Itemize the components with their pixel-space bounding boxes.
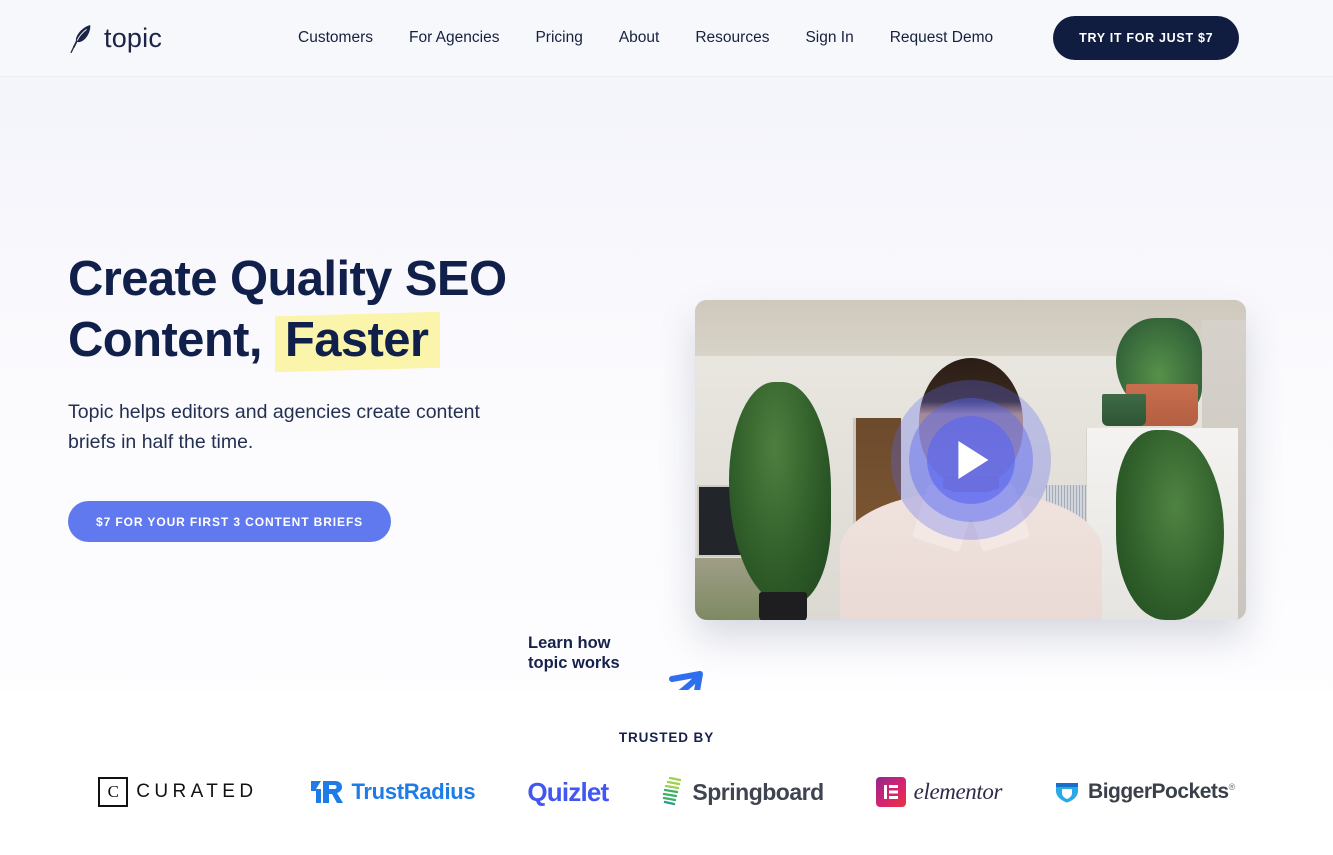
biggerpockets-shield-icon bbox=[1056, 783, 1079, 803]
play-icon bbox=[957, 441, 988, 479]
hero-copy: Create Quality SEO Content, Faster Topic… bbox=[68, 77, 613, 542]
nav-item-resources[interactable]: Resources bbox=[695, 29, 769, 47]
logo-biggerpockets: BiggerPockets® bbox=[1054, 772, 1235, 812]
play-button[interactable] bbox=[890, 380, 1051, 540]
nav-item-pricing[interactable]: Pricing bbox=[535, 29, 582, 47]
hero-section: Create Quality SEO Content, Faster Topic… bbox=[0, 77, 1333, 718]
hero-subhead: Topic helps editors and agencies create … bbox=[68, 401, 480, 453]
logo-curated: C CURATED bbox=[98, 772, 257, 812]
video-thumbnail[interactable] bbox=[695, 300, 1246, 620]
biggerpockets-wordmark: BiggerPockets® bbox=[1088, 780, 1235, 803]
logo-quizlet: Quizlet bbox=[527, 772, 609, 812]
headline-line-2: Content, bbox=[68, 313, 275, 367]
headline-line-1: Create Quality SEO bbox=[68, 252, 507, 306]
trustradius-wordmark: TrustRadius bbox=[351, 779, 476, 804]
site-header: topic Customers For Agencies Pricing Abo… bbox=[0, 0, 1333, 77]
feather-quill-icon bbox=[70, 25, 91, 53]
page-title: Create Quality SEO Content, Faster bbox=[68, 249, 613, 371]
nav-item-about[interactable]: About bbox=[619, 29, 660, 47]
nav-item-for-agencies[interactable]: For Agencies bbox=[409, 29, 499, 47]
nav-item-sign-in[interactable]: Sign In bbox=[805, 29, 853, 47]
main-nav: Customers For Agencies Pricing About Res… bbox=[298, 29, 993, 47]
brand-logo[interactable]: topic bbox=[68, 23, 162, 54]
nav-item-customers[interactable]: Customers bbox=[298, 29, 373, 47]
springboard-mark-icon bbox=[663, 777, 682, 806]
headline-highlight: Faster bbox=[275, 310, 440, 371]
client-logo-row: C CURATED TrustRadius Quizlet Springboar… bbox=[0, 772, 1333, 812]
hero-cta-button[interactable]: $7 FOR YOUR FIRST 3 CONTENT BRIEFS bbox=[68, 501, 392, 542]
trusted-by-section: TRUSTED BY C CURATED TrustRadius Quizlet… bbox=[0, 690, 1333, 855]
curated-wordmark: CURATED bbox=[136, 781, 258, 802]
elementor-wordmark: elementor bbox=[913, 779, 1003, 804]
elementor-mark-icon bbox=[875, 777, 906, 807]
learn-how-callout[interactable]: Learn how topic works bbox=[528, 633, 748, 718]
nav-item-request-demo[interactable]: Request Demo bbox=[890, 29, 993, 47]
brand-name: topic bbox=[104, 22, 163, 53]
logo-elementor: elementor bbox=[875, 772, 1003, 812]
logo-springboard: Springboard bbox=[660, 772, 824, 812]
trustradius-mark-icon bbox=[310, 781, 343, 803]
quizlet-wordmark: Quizlet bbox=[527, 776, 609, 807]
header-try-it-button[interactable]: TRY IT FOR JUST $7 bbox=[1053, 16, 1240, 60]
trusted-by-label: TRUSTED BY bbox=[618, 730, 715, 745]
springboard-wordmark: Springboard bbox=[692, 778, 824, 805]
curated-c-icon: C bbox=[98, 777, 129, 807]
logo-trustradius: TrustRadius bbox=[310, 772, 476, 812]
hero-media bbox=[695, 77, 1246, 620]
